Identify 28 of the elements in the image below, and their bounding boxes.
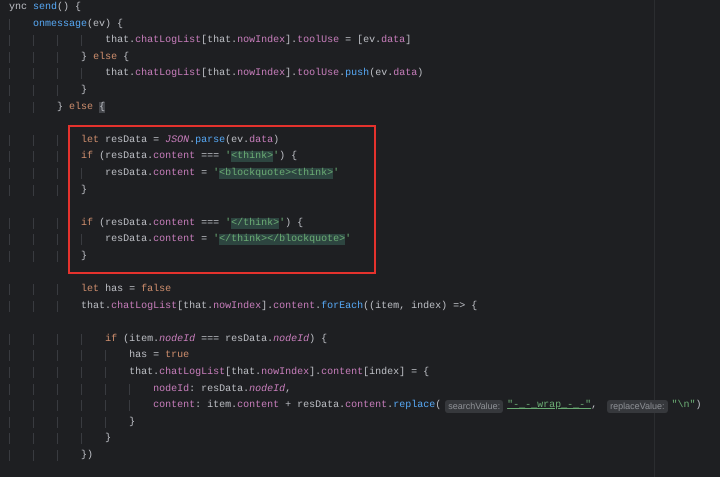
code-line: } bbox=[9, 414, 136, 432]
code-line: that.chatLogList[that.nowIndex].toolUse.push(ev.data) bbox=[9, 66, 424, 83]
inlay-hint: searchValue: bbox=[445, 400, 504, 414]
code-text: "-_-_wrap_-_-", bbox=[507, 398, 598, 414]
inlay-hint: replaceValue: bbox=[607, 400, 668, 414]
code-text: "\n") bbox=[672, 398, 702, 414]
code-line: ync send() { bbox=[9, 0, 82, 15]
code-line: that.chatLogList[that.nowIndex].toolUse = [ev.data] bbox=[9, 33, 412, 50]
code-line: resData.content = '</think></blockquote>' bbox=[9, 232, 352, 249]
code-line: } bbox=[9, 82, 88, 100]
code-line: resData.content = '<blockquote><think>' bbox=[9, 166, 340, 183]
code-line: that.chatLogList[that.nowIndex].content.forEach((item, index) => { bbox=[9, 298, 478, 316]
code-line: } bbox=[9, 431, 112, 448]
code-line: }) bbox=[9, 448, 94, 465]
code-line: if (item.nodeId === resData.nodeId) { bbox=[9, 332, 328, 348]
code-line: if (resData.content === '</think>') { bbox=[9, 216, 304, 232]
code-line: has = true bbox=[9, 348, 190, 366]
code-line: nodeId: resData.nodeId, bbox=[9, 382, 292, 398]
code-line: } bbox=[9, 182, 88, 200]
code-line: let resData = JSON.parse(ev.data) bbox=[9, 132, 280, 150]
code-line: let has = false bbox=[9, 282, 172, 299]
code-line: } else { bbox=[9, 50, 130, 66]
code-text: content: item.content + resData.content.replace( bbox=[9, 398, 442, 415]
code-line: that.chatLogList[that.nowIndex].content[index] = { bbox=[9, 365, 430, 382]
code-line: } bbox=[9, 248, 88, 266]
code-line: onmessage(ev) { bbox=[9, 16, 124, 34]
code-line: } else { bbox=[9, 100, 106, 116]
code-line: if (resData.content === '<think>') { bbox=[9, 149, 298, 166]
